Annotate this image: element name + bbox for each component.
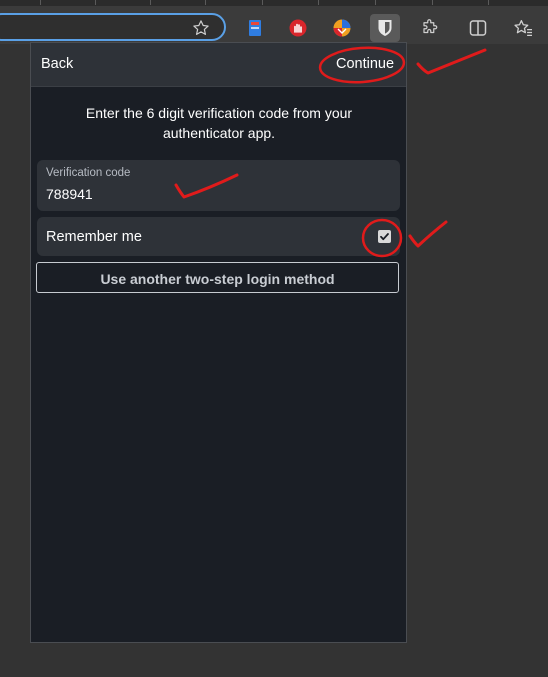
colorful-extension-icon[interactable] bbox=[331, 17, 353, 39]
back-button[interactable]: Back bbox=[41, 56, 73, 72]
puzzle-extensions-icon[interactable] bbox=[419, 17, 441, 39]
continue-check-mark bbox=[416, 48, 487, 75]
remember-me-checkbox[interactable] bbox=[378, 230, 391, 243]
hand-extension-icon[interactable] bbox=[287, 17, 309, 39]
checkbox-check-mark bbox=[408, 220, 448, 248]
bitwarden-popup: Back Continue Enter the 6 digit verifica… bbox=[30, 42, 407, 643]
instructions-text: Enter the 6 digit verification code from… bbox=[85, 105, 353, 141]
popup-header: Back Continue bbox=[31, 43, 406, 87]
remember-me-label: Remember me bbox=[46, 229, 142, 245]
split-screen-icon[interactable] bbox=[467, 17, 489, 39]
screen: Back Continue Enter the 6 digit verifica… bbox=[0, 0, 548, 677]
checkmark-icon bbox=[380, 233, 389, 241]
browser-toolbar bbox=[0, 6, 548, 44]
remember-me-row[interactable]: Remember me bbox=[37, 217, 400, 256]
continue-button[interactable]: Continue bbox=[336, 56, 394, 72]
bitwarden-shield-icon[interactable] bbox=[370, 14, 400, 42]
bookmark-extension-icon[interactable] bbox=[244, 17, 266, 39]
favorites-icon[interactable] bbox=[512, 17, 534, 39]
star-icon[interactable] bbox=[190, 17, 212, 39]
verification-code-field[interactable]: Verification code bbox=[37, 160, 400, 211]
use-another-method-button[interactable]: Use another two-step login method bbox=[36, 262, 399, 293]
verification-code-input[interactable] bbox=[46, 184, 386, 204]
verification-code-label: Verification code bbox=[46, 167, 131, 179]
